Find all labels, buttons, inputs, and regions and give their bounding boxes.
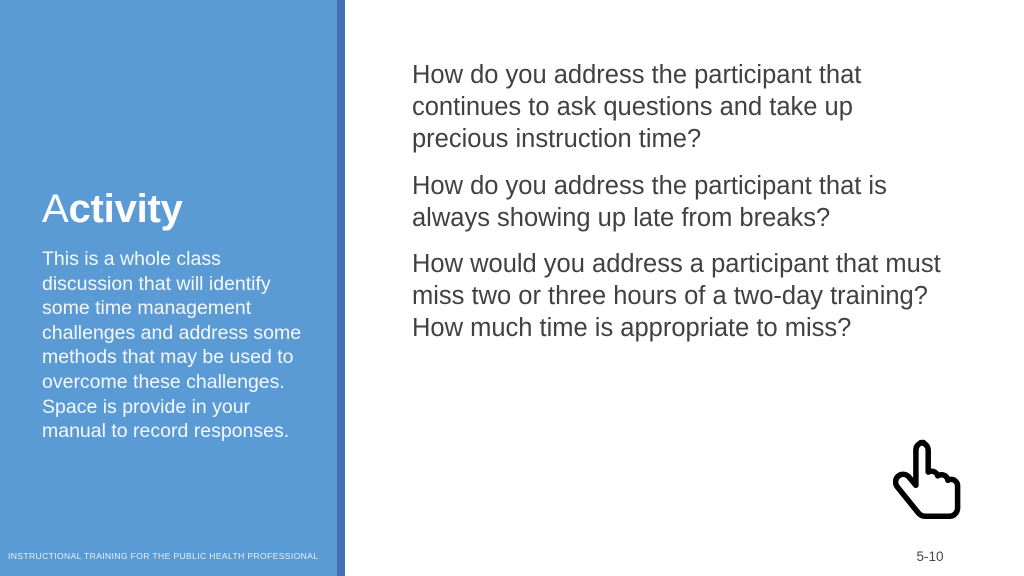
activity-title-rest: ctivity bbox=[68, 187, 183, 231]
question-item: How do you address the participant that … bbox=[412, 61, 862, 154]
activity-title: Activity bbox=[42, 186, 183, 232]
slide-number: 5-10 bbox=[916, 549, 944, 564]
slide-canvas: Activity This is a whole class discussio… bbox=[0, 0, 1024, 576]
activity-description: This is a whole class discussion that wi… bbox=[42, 248, 302, 443]
question-item: How would you address a participant that… bbox=[412, 250, 941, 343]
left-panel-accent-stripe bbox=[337, 0, 345, 576]
questions-list: How do you address the participant that … bbox=[412, 59, 948, 345]
activity-title-lead: A bbox=[42, 187, 69, 231]
question-item: How do you address the participant that … bbox=[412, 171, 887, 232]
slide-footer-label: INSTRUCTIONAL TRAINING FOR THE PUBLIC HE… bbox=[8, 551, 319, 561]
pointing-hand-icon bbox=[893, 437, 969, 533]
